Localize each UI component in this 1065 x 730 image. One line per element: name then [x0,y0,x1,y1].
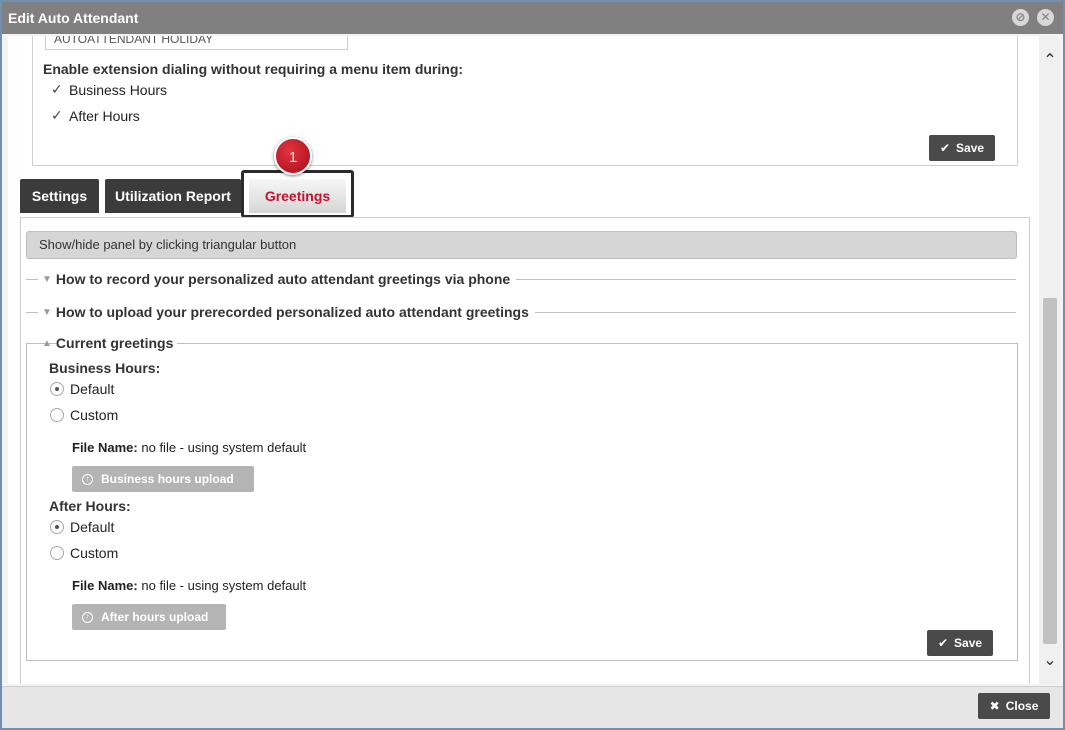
checkbox-checked-icon[interactable]: ✓ [51,107,65,124]
holiday-name-field[interactable]: AUTOATTENDANT HOLIDAY [45,36,348,50]
radio-unselected[interactable] [50,546,64,560]
dialog-footer: ✖ Close [2,686,1063,728]
section-current-greetings-title: Current greetings [55,335,178,351]
tab-greetings-label: Greetings [264,188,331,204]
vertical-scrollbar[interactable]: ⌃ ⌄ [1039,36,1061,684]
save-extension-button[interactable]: ✔ Save [929,135,995,161]
radio-selected[interactable] [50,520,64,534]
checkbox-checked-icon[interactable]: ✓ [51,81,65,98]
after-hours-checkbox-row[interactable]: ✓ After Hours [51,107,140,124]
tab-settings[interactable]: Settings [20,179,99,213]
after-hours-file-name: File Name: no file - using system defaul… [72,578,306,593]
dialog-title: Edit Auto Attendant [8,10,139,26]
business-hours-upload-button[interactable]: ↑ Business hours upload [72,466,254,492]
extension-settings-panel: AUTOATTENDANT HOLIDAY Enable extension d… [32,36,1018,166]
step-badge: 1 [274,137,312,175]
info-bar: Show/hide panel by clicking triangular b… [26,231,1017,259]
tab-utilization-report[interactable]: Utilization Report [105,179,241,213]
radio-unselected[interactable] [50,408,64,422]
business-hours-default-label: Default [70,381,115,397]
save-button-label: Save [954,636,983,650]
close-icon[interactable]: ✕ [1037,9,1054,26]
after-hours-upload-button[interactable]: ↑ After hours upload [72,604,226,630]
triangle-down-icon[interactable]: ▼ [42,307,52,318]
triangle-up-icon[interactable]: ▲ [42,338,52,349]
upload-icon: ↑ [82,473,93,485]
save-greetings-button[interactable]: ✔ Save [927,630,993,656]
section-current-greetings[interactable]: ▲ Current greetings [26,333,1016,353]
radio-selected[interactable] [50,382,64,396]
close-button-label: Close [1005,699,1039,713]
dialog-content: AUTOATTENDANT HOLIDAY Enable extension d… [8,36,1039,684]
edit-auto-attendant-dialog: Edit Auto Attendant ⊘ ✕ AUTOATTENDANT HO… [0,0,1065,730]
file-name-value: no file - using system default [141,578,307,593]
after-hours-upload-label: After hours upload [101,610,209,624]
after-hours-custom-label: Custom [70,545,119,561]
minimize-icon[interactable]: ⊘ [1012,9,1029,26]
scroll-thumb[interactable] [1043,298,1057,644]
after-hours-heading: After Hours: [49,498,131,514]
close-button[interactable]: ✖ Close [978,693,1050,719]
business-hours-checkbox-row[interactable]: ✓ Business Hours [51,81,167,98]
checkmark-icon: ✔ [939,141,951,155]
triangle-down-icon[interactable]: ▼ [42,274,52,285]
after-hours-default-label: Default [70,519,115,535]
dialog-titlebar: Edit Auto Attendant ⊘ ✕ [2,2,1063,34]
tab-utilization-report-label: Utilization Report [115,188,231,204]
file-name-value: no file - using system default [141,440,307,455]
save-button-label: Save [956,141,985,155]
business-hours-file-name: File Name: no file - using system defaul… [72,440,306,455]
business-hours-upload-label: Business hours upload [101,472,234,486]
business-hours-checkbox-label: Business Hours [69,81,168,98]
file-name-label: File Name: [72,440,138,455]
section-record-via-phone-title: How to record your personalized auto att… [55,271,511,287]
scroll-up-icon[interactable]: ⌃ [1039,50,1061,72]
business-hours-custom-radio-row[interactable]: Custom [50,407,118,423]
business-hours-default-radio-row[interactable]: Default [50,381,114,397]
section-upload-prerecorded-title: How to upload your prerecorded personali… [55,304,529,320]
section-upload-prerecorded[interactable]: ▼ How to upload your prerecorded persona… [26,302,1016,322]
after-hours-custom-radio-row[interactable]: Custom [50,545,118,561]
extension-dialing-label: Enable extension dialing without requiri… [43,61,464,77]
section-record-via-phone[interactable]: ▼ How to record your personalized auto a… [26,269,1016,289]
checkmark-icon: ✔ [937,636,949,650]
business-hours-heading: Business Hours: [49,360,161,376]
close-x-icon: ✖ [989,699,1000,713]
business-hours-custom-label: Custom [70,407,119,423]
after-hours-default-radio-row[interactable]: Default [50,519,114,535]
after-hours-checkbox-label: After Hours [69,107,140,124]
tab-greetings[interactable]: Greetings [249,179,346,213]
scroll-down-icon[interactable]: ⌄ [1039,650,1061,672]
file-name-label: File Name: [72,578,138,593]
upload-icon: ↑ [82,611,93,623]
tab-settings-label: Settings [31,188,88,204]
